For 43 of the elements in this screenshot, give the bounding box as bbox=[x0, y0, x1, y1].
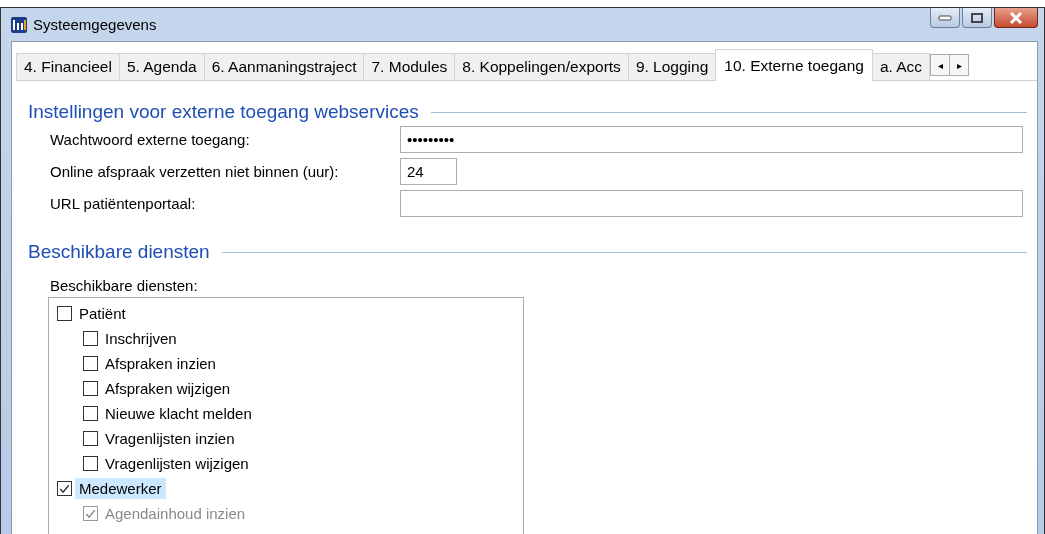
field-label: Wachtwoord externe toegang: bbox=[50, 130, 251, 148]
tab[interactable]: 7. Modules bbox=[363, 53, 456, 80]
minimize-button[interactable] bbox=[930, 8, 960, 28]
tree-item[interactable]: Vragenlijsten wijzigen bbox=[101, 453, 253, 474]
tab[interactable]: 4. Financieel bbox=[16, 53, 120, 80]
list-label: Beschikbare diensten: bbox=[50, 277, 199, 294]
input-field[interactable]: 24 bbox=[400, 157, 457, 185]
close-button[interactable] bbox=[994, 8, 1038, 28]
checkbox[interactable] bbox=[83, 331, 98, 346]
maximize-button[interactable] bbox=[962, 8, 992, 28]
field-label: Online afspraak verzetten niet binnen (uur): bbox=[50, 162, 340, 180]
tree-item[interactable]: Vragenlijsten inzien bbox=[101, 428, 239, 449]
tree-item[interactable]: Nieuwe klacht melden bbox=[101, 403, 256, 424]
tab[interactable]: a. Acc bbox=[871, 53, 931, 80]
checkbox[interactable] bbox=[57, 306, 72, 321]
checkbox[interactable] bbox=[57, 481, 72, 496]
tab[interactable]: 9. Logging bbox=[627, 53, 717, 80]
tab-scroll-button[interactable]: ▸ bbox=[949, 54, 970, 76]
tree-item[interactable]: Inschrijven bbox=[101, 328, 181, 349]
input-field[interactable] bbox=[400, 189, 1023, 217]
tab-scroll-button[interactable]: ◂ bbox=[930, 54, 951, 76]
app-icon bbox=[11, 16, 27, 33]
checkbox[interactable] bbox=[83, 356, 98, 371]
tree-item[interactable]: Medewerker bbox=[75, 478, 166, 499]
window-title: Systeemgegevens bbox=[33, 16, 157, 33]
checkbox[interactable] bbox=[83, 406, 98, 421]
tree-item[interactable]: Afspraken inzien bbox=[101, 353, 220, 374]
section-title: Beschikbare diensten bbox=[28, 241, 210, 263]
tab[interactable]: 10. Externe toegang bbox=[715, 49, 873, 81]
input-field[interactable]: ••••••••• bbox=[400, 125, 1023, 153]
close-icon bbox=[1009, 11, 1023, 24]
tree-item[interactable]: Afspraken wijzigen bbox=[101, 378, 235, 399]
maximize-icon bbox=[971, 12, 983, 23]
tab[interactable]: 8. Koppelingen/exports bbox=[454, 53, 629, 80]
tab[interactable]: 5. Agenda bbox=[118, 53, 205, 80]
minimize-icon bbox=[938, 14, 952, 21]
checkbox[interactable] bbox=[83, 456, 98, 471]
section-title: Instellingen voor externe toegang webservices bbox=[28, 101, 419, 123]
field-label: URL patiëntenportaal: bbox=[50, 194, 197, 212]
tab[interactable]: 6. Aanmaningstraject bbox=[203, 53, 365, 80]
checkbox[interactable] bbox=[83, 431, 98, 446]
tree-item[interactable]: Patiënt bbox=[75, 303, 130, 324]
checkbox[interactable] bbox=[83, 381, 98, 396]
